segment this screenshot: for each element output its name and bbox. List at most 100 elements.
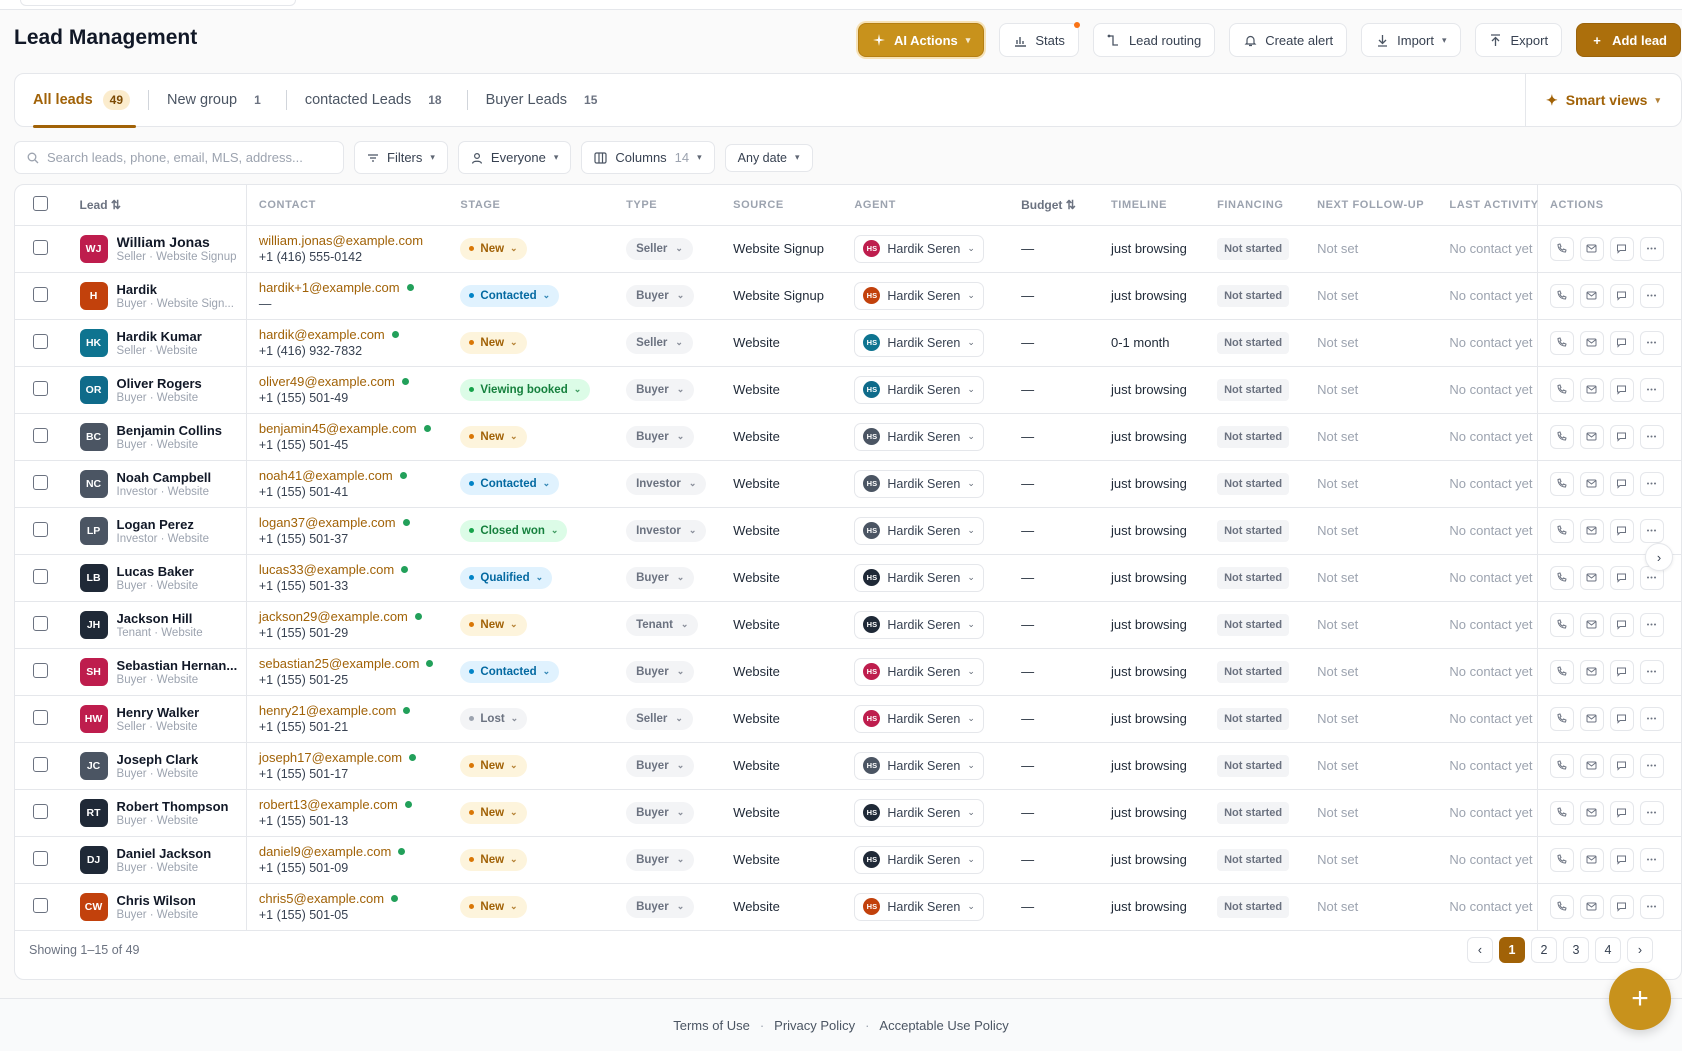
more-button[interactable] [1639, 283, 1664, 308]
table-row[interactable]: HW Henry Walker Seller · Website henry21@ex… [15, 695, 1681, 743]
scroll-right-button[interactable]: › [1645, 543, 1673, 571]
agent-select[interactable]: HS Hardik Seren ⌄ [854, 281, 984, 310]
top-search-pill[interactable] [20, 0, 296, 6]
lead-cell[interactable]: DJ Daniel Jackson Buyer · Website [67, 836, 247, 884]
agent-select[interactable]: HS Hardik Seren ⌄ [854, 422, 984, 451]
table-row[interactable]: BC Benjamin Collins Buyer · Website benjami… [15, 413, 1681, 461]
email-button[interactable] [1579, 612, 1604, 637]
type-select[interactable]: Buyer ⌄ [626, 848, 695, 871]
column-header-budget[interactable]: Budget ⇅ [1009, 185, 1099, 226]
agent-select[interactable]: HS Hardik Seren ⌄ [854, 469, 984, 498]
agent-select[interactable]: HS Hardik Seren ⌄ [854, 798, 984, 827]
more-button[interactable] [1639, 518, 1664, 543]
agent-select[interactable]: HS Hardik Seren ⌄ [854, 563, 984, 592]
smart-views-button[interactable]: ✦ Smart views ▾ [1525, 74, 1681, 126]
agent-select[interactable]: HS Hardik Seren ⌄ [854, 892, 984, 921]
row-checkbox[interactable] [33, 756, 48, 772]
agent-select[interactable]: HS Hardik Seren ⌄ [854, 751, 984, 780]
stage-select[interactable]: New ⌄ [460, 613, 527, 636]
row-checkbox[interactable] [33, 286, 48, 302]
email-link[interactable]: hardik+1@example.com [259, 280, 437, 295]
more-button[interactable] [1639, 706, 1664, 731]
stage-select[interactable]: Qualified ⌄ [460, 566, 553, 589]
email-link[interactable]: sebastian25@example.com [259, 656, 437, 671]
type-select[interactable]: Buyer ⌄ [626, 895, 695, 918]
agent-select[interactable]: HS Hardik Seren ⌄ [854, 704, 984, 733]
email-button[interactable] [1579, 471, 1604, 496]
more-button[interactable] [1639, 847, 1664, 872]
more-button[interactable] [1639, 471, 1664, 496]
email-button[interactable] [1579, 706, 1604, 731]
page-1-button[interactable]: 1 [1499, 937, 1525, 963]
call-button[interactable] [1549, 518, 1574, 543]
lead-cell[interactable]: BC Benjamin Collins Buyer · Website [67, 413, 247, 461]
table-row[interactable]: LB Lucas Baker Buyer · Website lucas33@exam… [15, 554, 1681, 602]
more-button[interactable] [1639, 377, 1664, 402]
row-checkbox[interactable] [33, 333, 48, 349]
stage-select[interactable]: Viewing booked ⌄ [460, 378, 591, 401]
lead-cell[interactable]: HW Henry Walker Seller · Website [67, 695, 247, 743]
more-button[interactable] [1639, 894, 1664, 919]
sms-button[interactable] [1609, 847, 1634, 872]
row-checkbox[interactable] [33, 662, 48, 678]
email-button[interactable] [1579, 894, 1604, 919]
row-checkbox[interactable] [33, 474, 48, 490]
more-button[interactable] [1639, 330, 1664, 355]
agent-select[interactable]: HS Hardik Seren ⌄ [854, 375, 984, 404]
row-checkbox[interactable] [33, 568, 48, 584]
table-row[interactable]: SH Sebastian Hernan... Buyer · Website seba… [15, 648, 1681, 696]
sms-button[interactable] [1609, 565, 1634, 590]
sms-button[interactable] [1609, 330, 1634, 355]
email-button[interactable] [1579, 565, 1604, 590]
lead-cell[interactable]: LP Logan Perez Investor · Website [67, 507, 247, 555]
email-button[interactable] [1579, 518, 1604, 543]
email-button[interactable] [1579, 377, 1604, 402]
row-checkbox[interactable] [33, 427, 48, 443]
import-button[interactable]: Import ▾ [1361, 23, 1461, 57]
row-checkbox[interactable] [33, 897, 48, 913]
email-button[interactable] [1579, 800, 1604, 825]
call-button[interactable] [1549, 706, 1574, 731]
stage-select[interactable]: Closed won ⌄ [460, 519, 568, 542]
call-button[interactable] [1549, 377, 1574, 402]
sms-button[interactable] [1609, 894, 1634, 919]
page-3-button[interactable]: 3 [1563, 937, 1589, 963]
call-button[interactable] [1549, 894, 1574, 919]
lead-cell[interactable]: RT Robert Thompson Buyer · Website [67, 789, 247, 837]
call-button[interactable] [1549, 283, 1574, 308]
columns-button[interactable]: Columns 14 ▾ [581, 141, 715, 174]
type-select[interactable]: Buyer ⌄ [626, 284, 695, 307]
type-select[interactable]: Seller ⌄ [626, 331, 693, 354]
email-link[interactable]: daniel9@example.com [259, 844, 437, 859]
email-link[interactable]: lucas33@example.com [259, 562, 437, 577]
type-select[interactable]: Investor ⌄ [626, 472, 707, 495]
everyone-select[interactable]: Everyone ▾ [457, 141, 572, 174]
sms-button[interactable] [1609, 612, 1634, 637]
call-button[interactable] [1549, 847, 1574, 872]
sms-button[interactable] [1609, 706, 1634, 731]
email-button[interactable] [1579, 236, 1604, 261]
type-select[interactable]: Buyer ⌄ [626, 425, 695, 448]
table-row[interactable]: LP Logan Perez Investor · Website logan37@e… [15, 507, 1681, 555]
stage-select[interactable]: New ⌄ [460, 425, 527, 448]
stats-button[interactable]: Stats [999, 22, 1080, 57]
agent-select[interactable]: HS Hardik Seren ⌄ [854, 845, 984, 874]
floating-add-button[interactable]: + [1609, 968, 1671, 1030]
row-checkbox[interactable] [33, 709, 48, 725]
lead-routing-button[interactable]: Lead routing [1092, 23, 1216, 57]
row-checkbox[interactable] [33, 615, 48, 631]
agent-select[interactable]: HS Hardik Seren ⌄ [854, 328, 984, 357]
page-2-button[interactable]: 2 [1531, 937, 1557, 963]
lead-cell[interactable]: H Hardik Buyer · Website Sign... [67, 272, 247, 320]
stage-select[interactable]: New ⌄ [460, 895, 527, 918]
more-button[interactable] [1639, 236, 1664, 261]
stage-select[interactable]: New ⌄ [460, 801, 527, 824]
agent-select[interactable]: HS Hardik Seren ⌄ [854, 234, 984, 263]
table-row[interactable]: NC Noah Campbell Investor · Website noah41@… [15, 460, 1681, 508]
table-row[interactable]: JH Jackson Hill Tenant · Website jackson29@… [15, 601, 1681, 649]
stage-select[interactable]: Contacted ⌄ [460, 472, 560, 495]
privacy-link[interactable]: Privacy Policy [774, 1018, 855, 1033]
tab-contacted-leads[interactable]: contacted Leads 18 [287, 73, 467, 127]
more-button[interactable] [1639, 659, 1664, 684]
stage-select[interactable]: New ⌄ [460, 237, 527, 260]
